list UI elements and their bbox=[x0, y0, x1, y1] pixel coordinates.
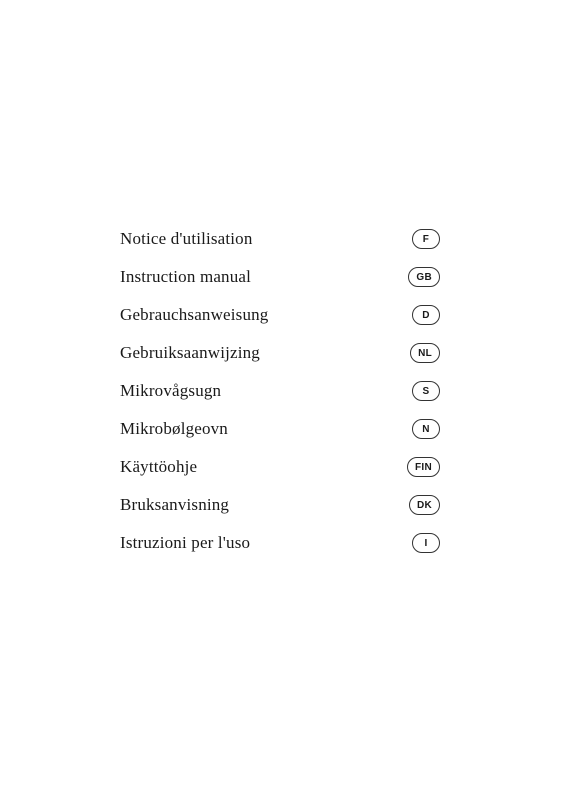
lang-badge-bruksanvisning: DK bbox=[409, 495, 440, 515]
manual-label-mikrovagsugn: Mikrovågsugn bbox=[120, 381, 221, 401]
manual-item-notice-utilisation: Notice d'utilisation F bbox=[120, 229, 440, 249]
manual-item-gebrauchsanweisung: Gebrauchsanweisung D bbox=[120, 305, 440, 325]
manual-label-mikrobolgeovn: Mikrobølgeovn bbox=[120, 419, 228, 439]
manual-label-instruction-manual: Instruction manual bbox=[120, 267, 251, 287]
lang-badge-gebrauchsanweisung: D bbox=[412, 305, 440, 325]
manual-label-kayttoohjе: Käyttöohje bbox=[120, 457, 197, 477]
manual-item-mikrovagsugn: Mikrovågsugn S bbox=[120, 381, 440, 401]
manual-item-kayttoohjе: Käyttöohje FIN bbox=[120, 457, 440, 477]
lang-badge-gebruiksaanwijzing: NL bbox=[410, 343, 440, 363]
manual-item-bruksanvisning: Bruksanvisning DK bbox=[120, 495, 440, 515]
lang-badge-istruzioni-per-luso: I bbox=[412, 533, 440, 553]
lang-badge-instruction-manual: GB bbox=[408, 267, 440, 287]
manual-label-gebrauchsanweisung: Gebrauchsanweisung bbox=[120, 305, 268, 325]
manual-item-gebruiksaanwijzing: Gebruiksaanwijzing NL bbox=[120, 343, 440, 363]
lang-badge-mikrovagsugn: S bbox=[412, 381, 440, 401]
manual-label-bruksanvisning: Bruksanvisning bbox=[120, 495, 229, 515]
manual-item-istruzioni-per-luso: Istruzioni per l'uso I bbox=[120, 533, 440, 553]
lang-badge-kayttoohjе: FIN bbox=[407, 457, 440, 477]
manual-label-gebruiksaanwijzing: Gebruiksaanwijzing bbox=[120, 343, 260, 363]
manual-item-instruction-manual: Instruction manual GB bbox=[120, 267, 440, 287]
lang-badge-mikrobolgeovn: N bbox=[412, 419, 440, 439]
manual-item-mikrobolgeovn: Mikrobølgeovn N bbox=[120, 419, 440, 439]
manual-label-istruzioni-per-luso: Istruzioni per l'uso bbox=[120, 533, 250, 553]
manual-label-notice-utilisation: Notice d'utilisation bbox=[120, 229, 253, 249]
lang-badge-notice-utilisation: F bbox=[412, 229, 440, 249]
page-content: Notice d'utilisation F Instruction manual G… bbox=[0, 0, 565, 800]
